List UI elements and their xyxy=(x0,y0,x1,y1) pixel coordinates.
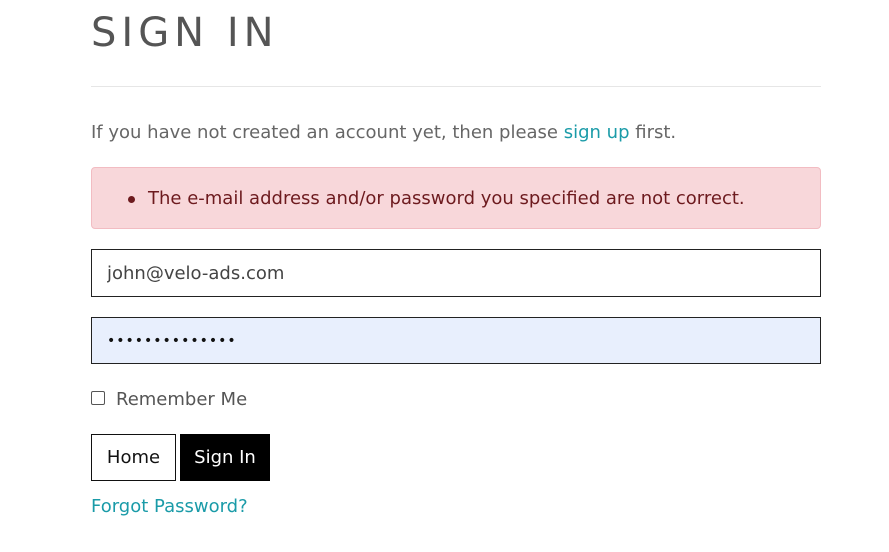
password-field[interactable] xyxy=(91,317,821,364)
sign-in-button[interactable]: Sign In xyxy=(180,434,270,481)
email-field[interactable] xyxy=(91,249,821,297)
title-divider xyxy=(91,86,821,87)
signup-prompt-prefix: If you have not created an account yet, … xyxy=(91,122,564,143)
forgot-password-link[interactable]: Forgot Password? xyxy=(91,494,248,520)
error-item: The e-mail address and/or password you s… xyxy=(128,186,745,212)
error-list: The e-mail address and/or password you s… xyxy=(128,186,745,212)
error-alert: The e-mail address and/or password you s… xyxy=(91,167,821,229)
remember-me-checkbox[interactable] xyxy=(91,391,105,405)
signup-prompt: If you have not created an account yet, … xyxy=(91,120,676,146)
page-title: SIGN IN xyxy=(91,10,279,56)
bullet-icon xyxy=(128,196,135,203)
remember-me-label[interactable]: Remember Me xyxy=(116,388,247,412)
remember-me-row[interactable]: Remember Me xyxy=(91,388,247,412)
sign-up-link[interactable]: sign up xyxy=(564,122,630,143)
home-button[interactable]: Home xyxy=(91,434,176,481)
error-message: The e-mail address and/or password you s… xyxy=(148,188,745,209)
signup-prompt-suffix: first. xyxy=(629,122,677,143)
